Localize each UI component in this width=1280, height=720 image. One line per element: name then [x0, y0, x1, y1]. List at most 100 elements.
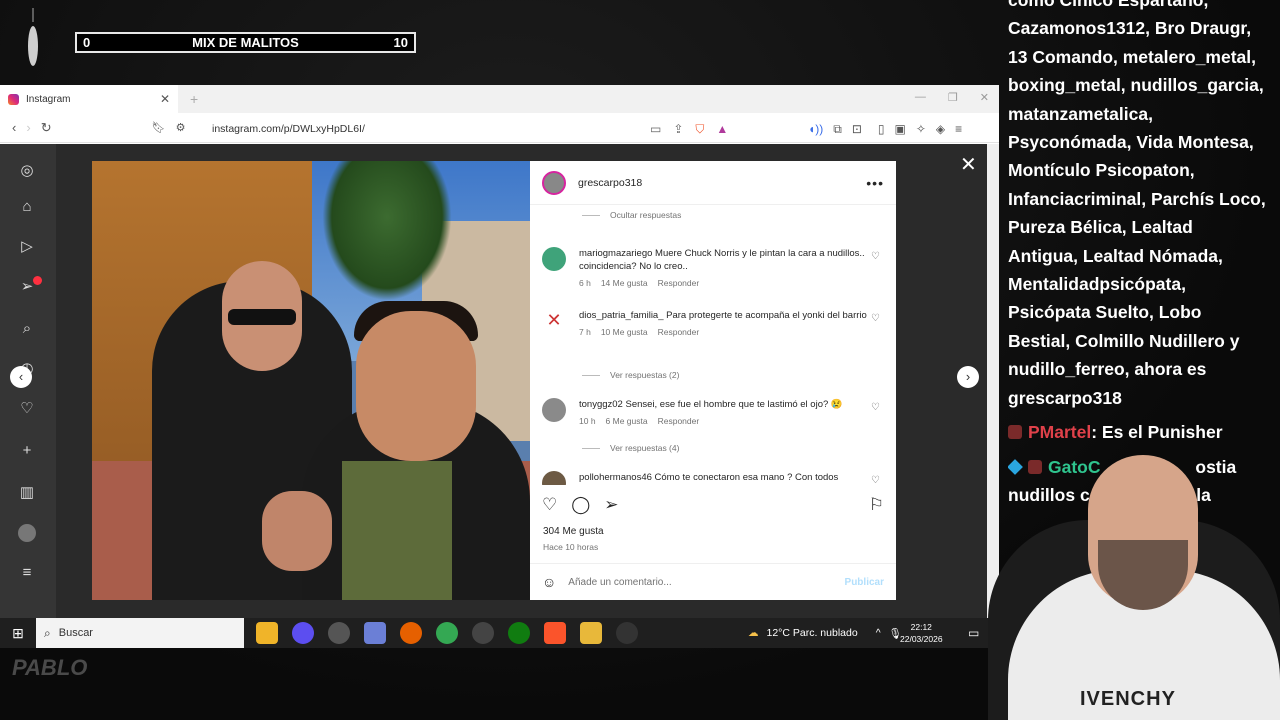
comment-avatar[interactable]: [542, 247, 566, 271]
view-replies-link[interactable]: Ver respuestas (4): [582, 443, 679, 453]
obs-app-icon[interactable]: [328, 622, 350, 644]
like-comment-icon[interactable]: ♡: [871, 475, 880, 485]
post-author-username[interactable]: grescarpo318: [578, 177, 642, 189]
instagram-logo-icon[interactable]: ◎: [18, 162, 36, 180]
tab-close-icon[interactable]: ✕: [160, 92, 170, 106]
brave-shield-icon[interactable]: ⛉: [695, 122, 704, 137]
more-options-icon[interactable]: •••: [866, 175, 884, 191]
extensions-icon[interactable]: ⧉: [833, 122, 842, 137]
window-controls: — ❐ ✕: [915, 91, 989, 104]
instagram-favicon-icon: [8, 93, 19, 105]
comment-avatar[interactable]: [542, 398, 566, 422]
add-comment-input[interactable]: Añade un comentario...: [568, 577, 671, 588]
comment-username[interactable]: dios_patria_familia_: [579, 310, 664, 321]
save-icon[interactable]: ⚐: [869, 495, 884, 515]
home-icon[interactable]: ⌂: [18, 198, 36, 216]
comment-text: Cómo te conectaron esa mano ? Con todos: [654, 472, 839, 483]
photo-palm-tree: [322, 161, 452, 301]
next-post-icon[interactable]: ›: [957, 366, 979, 388]
notification-badge: [33, 276, 42, 285]
hide-replies-link[interactable]: Ocultar respuestas: [582, 210, 681, 220]
bookmark-icon[interactable]: 🔖︎: [152, 121, 166, 134]
notifications-icon[interactable]: ♡: [18, 400, 36, 418]
menu-icon[interactable]: ≡: [955, 122, 962, 137]
brave-rewards-icon[interactable]: ▲: [716, 122, 728, 137]
close-modal-icon[interactable]: ✕: [960, 152, 977, 177]
likes-count[interactable]: 304 Me gusta: [543, 526, 604, 537]
search-icon[interactable]: ⌕: [18, 320, 36, 338]
new-tab-icon[interactable]: +: [190, 91, 198, 107]
like-comment-icon[interactable]: ♡: [871, 313, 880, 324]
reply-button[interactable]: Responder: [658, 327, 700, 337]
comment-username[interactable]: pollohermanos46: [579, 472, 652, 483]
leo-icon[interactable]: ✧: [916, 122, 926, 137]
back-icon[interactable]: ‹: [12, 120, 16, 135]
minimize-icon[interactable]: —: [915, 91, 926, 104]
media-player-app-icon[interactable]: [472, 622, 494, 644]
audio-icon[interactable]: ◖)): [808, 122, 823, 137]
screen-icon[interactable]: ▭: [650, 122, 661, 137]
tab-instagram[interactable]: Instagram ✕: [0, 85, 178, 113]
reply-button[interactable]: Responder: [658, 416, 700, 426]
taskbar-search-input[interactable]: Buscar: [59, 627, 93, 639]
share-icon[interactable]: ➢: [604, 495, 618, 515]
like-icon[interactable]: ♡: [542, 495, 557, 515]
comment-avatar[interactable]: [542, 471, 566, 485]
site-settings-icon[interactable]: ⚙︎: [176, 121, 186, 134]
view-replies-link[interactable]: Ver respuestas (2): [582, 370, 679, 380]
discord-app-icon[interactable]: [292, 622, 314, 644]
store-app-icon[interactable]: [256, 622, 278, 644]
photo-shirt: [342, 461, 452, 600]
sidebar-icon[interactable]: ▯: [878, 122, 885, 137]
comment-username[interactable]: tonyggz02: [579, 399, 623, 410]
chat-line: Cazamonos1312, Bro Draugr,: [1008, 18, 1252, 39]
comment-username[interactable]: mariogmazariego: [579, 248, 652, 259]
chat-line: nudillo_ferreo, ahora es: [1008, 359, 1207, 380]
post-photo[interactable]: [92, 161, 530, 600]
wallet-icon[interactable]: ▣: [895, 122, 906, 137]
share-icon[interactable]: ⇪: [673, 122, 683, 137]
dashboard-icon[interactable]: ▥: [18, 484, 36, 502]
firefox-app-icon[interactable]: [400, 622, 422, 644]
comment-icon[interactable]: ◯: [571, 495, 590, 515]
file-explorer-app-icon[interactable]: [580, 622, 602, 644]
taskbar-search[interactable]: ⌕ Buscar: [36, 618, 244, 648]
reels-icon[interactable]: ▷: [18, 238, 36, 256]
app-icon[interactable]: [616, 622, 638, 644]
photo-sunglasses: [228, 309, 296, 325]
vpn-icon[interactable]: ◈: [936, 122, 945, 137]
comment-item: tonyggz02 Sensei, ese fue el hombre que …: [542, 398, 882, 426]
start-icon[interactable]: ⊞: [0, 625, 36, 642]
close-window-icon[interactable]: ✕: [980, 91, 989, 104]
taskbar-clock[interactable]: 22:12 22/03/2026: [900, 621, 943, 645]
translate-icon[interactable]: ⊡: [852, 122, 862, 137]
weather-text[interactable]: 12°C Parc. nublado: [767, 627, 858, 639]
profile-avatar[interactable]: [18, 524, 36, 542]
reply-button[interactable]: Responder: [658, 278, 700, 288]
emoji-icon[interactable]: ☺: [542, 574, 556, 590]
more-icon[interactable]: ≡: [18, 564, 36, 582]
xbox-app-icon[interactable]: [508, 622, 530, 644]
restore-icon[interactable]: ❐: [948, 91, 958, 104]
chrome-app-icon[interactable]: [436, 622, 458, 644]
previous-post-icon[interactable]: ‹: [10, 366, 32, 388]
brave-app-icon[interactable]: [544, 622, 566, 644]
like-comment-icon[interactable]: ♡: [871, 251, 880, 262]
forward-icon[interactable]: ›: [26, 120, 30, 135]
reload-icon[interactable]: ↻: [41, 120, 52, 136]
comment-likes[interactable]: 6 Me gusta: [606, 416, 648, 426]
comment-likes[interactable]: 10 Me gusta: [601, 327, 648, 337]
comment-avatar[interactable]: ✕: [542, 309, 566, 333]
extensions-bar: ◖)) ⧉ ⊡ ▯ ▣ ✧ ◈ ≡: [808, 122, 962, 137]
publish-button[interactable]: Publicar: [845, 577, 884, 588]
comment-likes[interactable]: 14 Me gusta: [601, 278, 648, 288]
weather-icon: ☁: [748, 627, 759, 639]
tray-expand-icon[interactable]: ^: [876, 627, 881, 639]
create-icon[interactable]: +: [18, 442, 36, 460]
chat-line: Antigua, Lealtad Nómada,: [1008, 245, 1223, 266]
app-icon[interactable]: [364, 622, 386, 644]
url-field[interactable]: instagram.com/p/DWLxyHpDL6I/: [212, 123, 365, 135]
taskbar-apps: [256, 622, 638, 644]
like-comment-icon[interactable]: ♡: [871, 402, 880, 413]
post-author-avatar[interactable]: [542, 170, 566, 195]
